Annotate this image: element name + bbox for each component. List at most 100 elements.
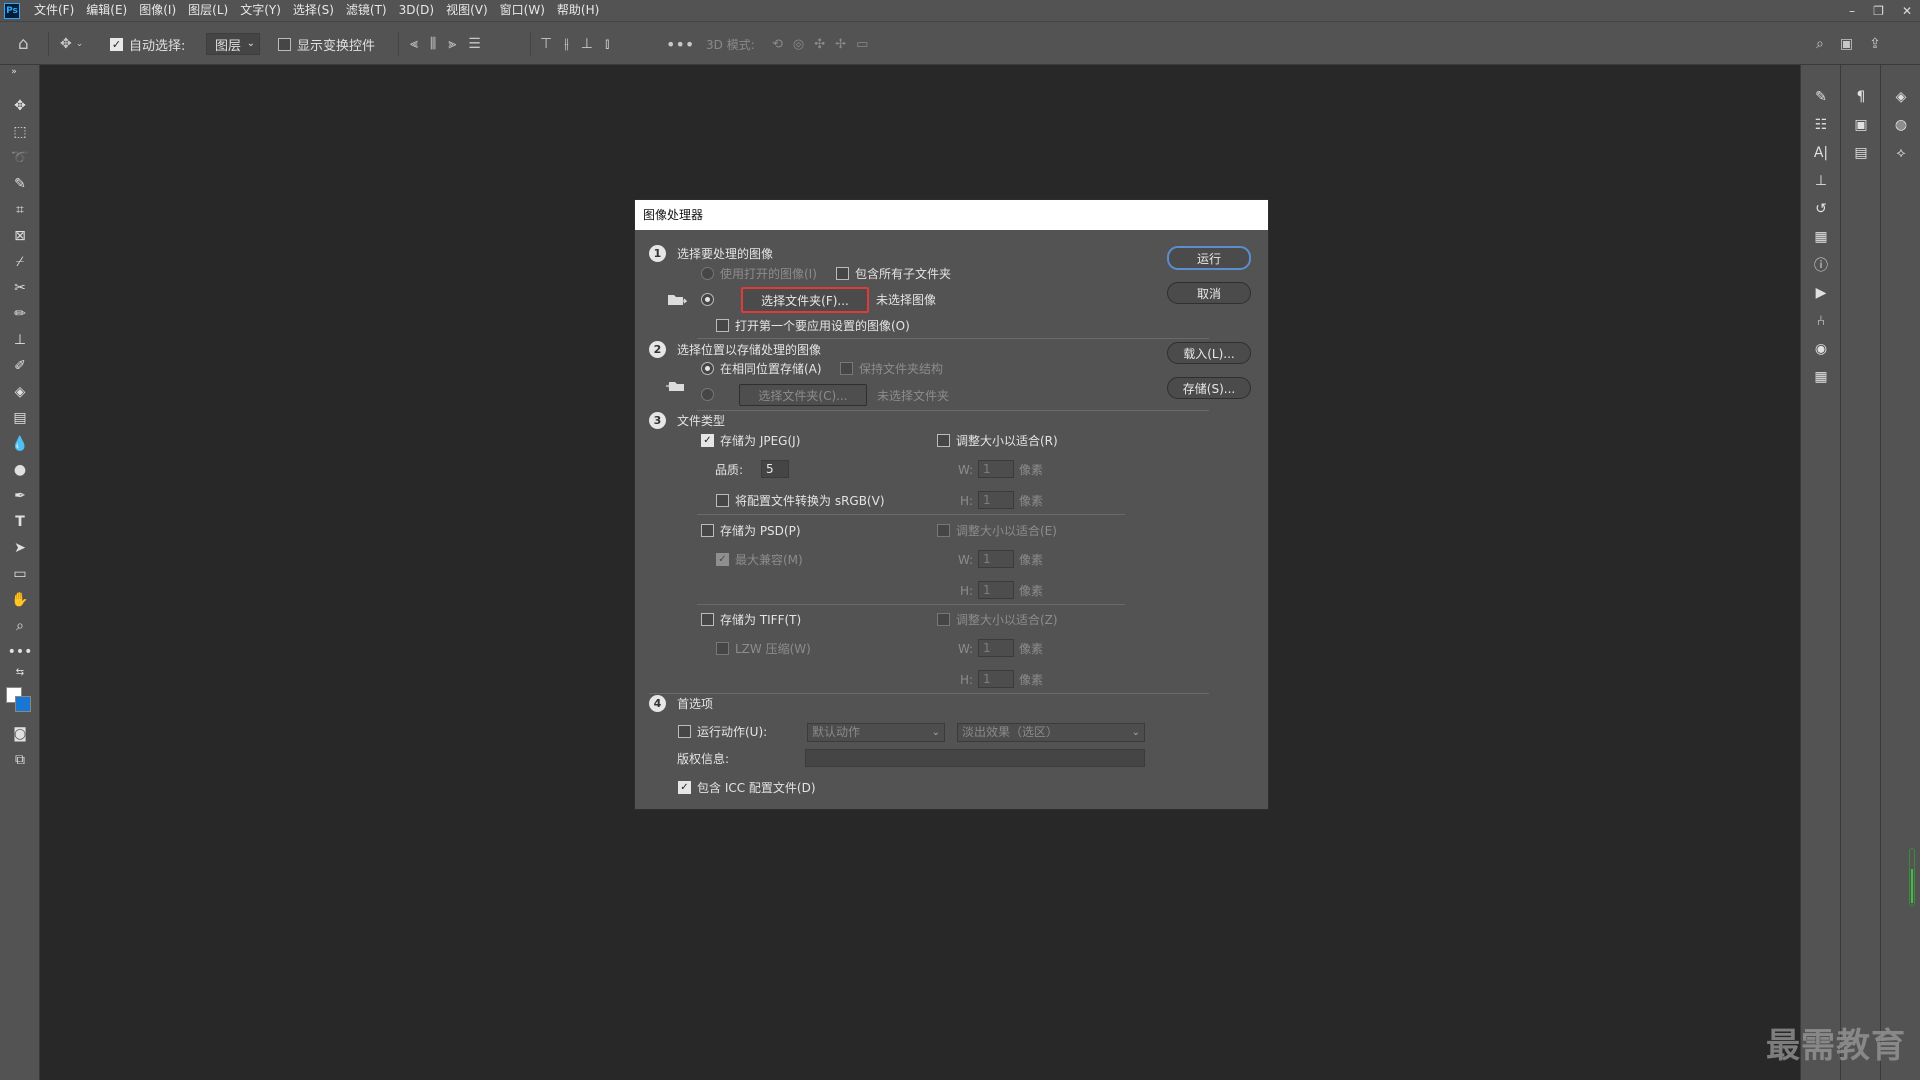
align-top-icon[interactable]: ⊤	[540, 36, 552, 52]
jpeg-width-input[interactable]: 1	[978, 460, 1014, 478]
background-color-swatch[interactable]	[15, 696, 31, 712]
select-destination-folder-button[interactable]: 选择文件夹(C)...	[739, 384, 867, 406]
3d-pan-icon[interactable]: ✣	[814, 37, 825, 52]
save-settings-button[interactable]: 存储(S)...	[1167, 377, 1251, 399]
info-icon[interactable]: ⓘ	[1808, 253, 1834, 277]
align-hcenter-icon[interactable]: ⫼	[430, 36, 436, 52]
tiff-height-input[interactable]: 1	[978, 670, 1014, 688]
resize-psd-checkbox[interactable]	[937, 524, 950, 537]
screen-mode-icon[interactable]: ⧉	[8, 749, 32, 771]
share-icon[interactable]: ⇪	[1869, 36, 1881, 52]
psd-width-input[interactable]: 1	[978, 550, 1014, 568]
scroll-indicator[interactable]	[1909, 848, 1915, 906]
menu-image[interactable]: 图像(I)	[133, 0, 182, 21]
eyedropper-tool-icon[interactable]: ⌿	[8, 251, 32, 273]
quick-mask-icon[interactable]: ◙	[8, 723, 32, 745]
show-transform-controls-checkbox[interactable]	[278, 37, 291, 51]
load-button[interactable]: 载入(L)...	[1167, 342, 1251, 364]
3d-roll-icon[interactable]: ◎	[793, 37, 804, 52]
psd-height-input[interactable]: 1	[978, 581, 1014, 599]
notes-icon[interactable]: ▤	[1848, 141, 1874, 165]
restore-button[interactable]: ❐	[1873, 4, 1884, 18]
lasso-tool-icon[interactable]: ➰	[8, 147, 32, 169]
same-location-radio[interactable]	[701, 362, 714, 375]
3d-orbit-icon[interactable]: ⟲	[772, 37, 783, 52]
healing-tool-icon[interactable]: ✂	[8, 277, 32, 299]
select-source-folder-button[interactable]: 选择文件夹(F)...	[741, 287, 869, 313]
3d-camera-icon[interactable]: ▭	[856, 37, 868, 52]
distribute-vertical-icon[interactable]: ☰	[468, 36, 481, 52]
history-brush-icon[interactable]: ✐	[8, 355, 32, 377]
workspace-icon[interactable]: ▣	[1840, 36, 1853, 52]
more-options-icon[interactable]: •••	[666, 22, 694, 66]
menu-file[interactable]: 文件(F)	[28, 0, 80, 21]
adjustments-icon[interactable]: ☷	[1808, 113, 1834, 137]
actions-play-icon[interactable]: ▶	[1808, 281, 1834, 305]
select-folder-source-radio[interactable]	[701, 293, 714, 306]
open-first-image-checkbox[interactable]	[716, 319, 729, 332]
crop-tool-icon[interactable]: ⌗	[8, 199, 32, 221]
close-window-button[interactable]: ✕	[1902, 4, 1912, 18]
menu-help[interactable]: 帮助(H)	[551, 0, 605, 21]
convert-srgb-checkbox[interactable]	[716, 494, 729, 507]
minimize-button[interactable]: –	[1849, 4, 1855, 18]
type-tool-icon[interactable]: T	[8, 511, 32, 533]
move-tool-icon[interactable]: ✥	[8, 95, 32, 117]
align-vcenter-icon[interactable]: ⫲	[564, 36, 569, 52]
menu-3d[interactable]: 3D(D)	[393, 0, 440, 21]
menu-view[interactable]: 视图(V)	[440, 0, 494, 21]
brush-settings-icon[interactable]: ✎	[1808, 85, 1834, 109]
stamp-tool-icon[interactable]: ⊥	[8, 329, 32, 351]
save-as-jpeg-checkbox[interactable]: ✓	[701, 434, 714, 447]
layers-icon[interactable]: ◈	[1888, 85, 1914, 109]
action-set-dropdown[interactable]: 默认动作 ⌄	[807, 723, 945, 742]
glyphs-icon[interactable]: ▣	[1848, 113, 1874, 137]
align-right-icon[interactable]: ⫸	[448, 36, 456, 52]
clone-source-icon[interactable]: ⊥	[1808, 169, 1834, 193]
zoom-tool-icon[interactable]: ⌕	[8, 615, 32, 637]
menu-select[interactable]: 选择(S)	[287, 0, 340, 21]
menu-window[interactable]: 窗口(W)	[494, 0, 551, 21]
paragraph-icon[interactable]: ¶	[1848, 85, 1874, 109]
run-action-checkbox[interactable]	[678, 725, 691, 738]
blur-tool-icon[interactable]: 💧	[8, 433, 32, 455]
pen-tool-icon[interactable]: ✒	[8, 485, 32, 507]
dodge-tool-icon[interactable]: ●	[8, 459, 32, 481]
use-open-images-radio[interactable]	[701, 267, 714, 280]
hand-tool-icon[interactable]: ✋	[8, 589, 32, 611]
eraser-tool-icon[interactable]: ◈	[8, 381, 32, 403]
jpeg-height-input[interactable]: 1	[978, 491, 1014, 509]
edit-toolbar-icon[interactable]: •••	[8, 641, 33, 663]
rectangle-tool-icon[interactable]: ▭	[8, 563, 32, 585]
save-as-psd-checkbox[interactable]	[701, 524, 714, 537]
menu-layer[interactable]: 图层(L)	[182, 0, 234, 21]
distribute-horizontal-icon[interactable]: ⫾	[605, 36, 609, 52]
layer-comps-icon[interactable]: ⑃	[1808, 309, 1834, 333]
menu-type[interactable]: 文字(Y)	[234, 0, 287, 21]
auto-select-target-dropdown[interactable]: 图层 ⌄	[206, 33, 261, 55]
tiff-width-input[interactable]: 1	[978, 639, 1014, 657]
auto-select-checkbox[interactable]: ✓	[110, 37, 123, 51]
home-icon[interactable]: ⌂	[18, 22, 29, 66]
move-tool-icon[interactable]: ✥ ⌄	[60, 22, 83, 66]
swap-colors-icon[interactable]: ⇆	[8, 665, 32, 679]
run-button[interactable]: 运行	[1167, 246, 1251, 270]
keep-folder-structure-checkbox[interactable]	[840, 362, 853, 375]
lzw-compression-checkbox[interactable]	[716, 642, 729, 655]
brush-tool-icon[interactable]: ✏	[8, 303, 32, 325]
table-icon[interactable]: ▦	[1808, 365, 1834, 389]
action-dropdown[interactable]: 淡出效果（选区） ⌄	[957, 723, 1145, 742]
collapse-panel-icon[interactable]: »	[2, 67, 26, 77]
menu-edit[interactable]: 编辑(E)	[80, 0, 133, 21]
path-select-tool-icon[interactable]: ➤	[8, 537, 32, 559]
marquee-tool-icon[interactable]: ⬚	[8, 121, 32, 143]
maximize-compatibility-checkbox[interactable]: ✓	[716, 553, 729, 566]
character-icon[interactable]: A|	[1808, 141, 1834, 165]
search-icon[interactable]: ⌕	[1816, 36, 1824, 52]
history-icon[interactable]: ↺	[1808, 197, 1834, 221]
include-subfolders-checkbox[interactable]	[836, 267, 849, 280]
resize-jpeg-checkbox[interactable]	[937, 434, 950, 447]
channels-icon[interactable]: ◍	[1888, 113, 1914, 137]
paths-icon[interactable]: ⟡	[1888, 141, 1914, 165]
frame-tool-icon[interactable]: ⊠	[8, 225, 32, 247]
